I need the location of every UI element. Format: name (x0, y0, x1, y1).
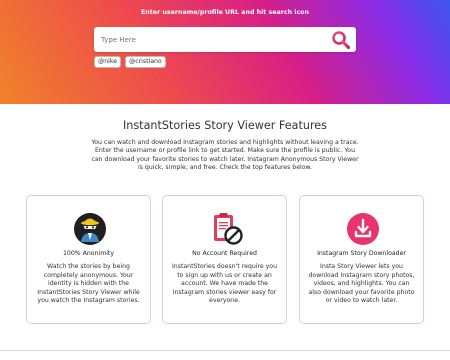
divider (0, 350, 450, 351)
card-title: No Account Required (192, 250, 257, 257)
hero-banner: Enter username/profile URL and hit searc… (0, 0, 450, 104)
search-button[interactable] (329, 28, 353, 52)
search-input[interactable] (94, 27, 329, 52)
search-box (94, 27, 356, 52)
features-title: InstantStories Story Viewer Features (122, 119, 328, 132)
features-description: You can watch and download Instagram sto… (91, 139, 359, 172)
card-text: InstantStories doesn't require you to si… (171, 263, 278, 304)
card-title: Instagram Story Downloader (317, 250, 406, 257)
example-tags: @nike @cristiano (94, 56, 166, 68)
tag-cristiano[interactable]: @cristiano (125, 56, 166, 68)
card-text: Watch the stories by being completely an… (37, 263, 140, 304)
hero-title: Enter username/profile URL and hit searc… (141, 9, 309, 16)
feature-cards: 100% Anonimity Watch the stories by bein… (26, 195, 424, 324)
feature-card-downloader: Instagram Story Downloader Insta Story V… (299, 195, 424, 324)
no-account-clipboard-icon (214, 213, 243, 245)
spy-icon (74, 213, 106, 245)
download-icon (347, 213, 379, 245)
search-icon (332, 30, 351, 49)
feature-card-anonymity: 100% Anonimity Watch the stories by bein… (26, 195, 151, 324)
tag-nike[interactable]: @nike (94, 56, 121, 68)
card-text: Insta Story Viewer lets you download Ins… (308, 263, 415, 304)
card-title: 100% Anonimity (62, 250, 115, 257)
feature-card-no-account: No Account Required InstantStories doesn… (162, 195, 287, 324)
